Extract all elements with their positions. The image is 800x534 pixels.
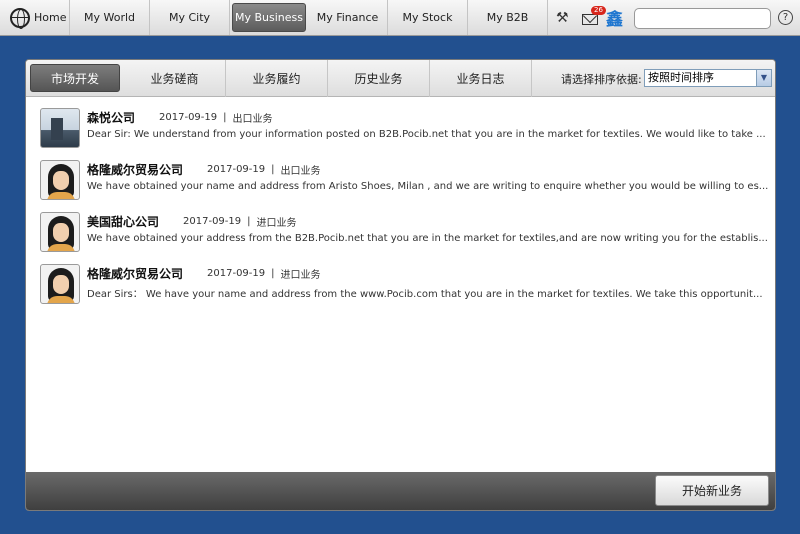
item-separator: |: [271, 163, 275, 175]
top-nav: Home My World My City My Business My Fin…: [0, 0, 800, 36]
globe-icon: [10, 7, 30, 29]
nav-my-business[interactable]: My Business: [232, 3, 306, 32]
sort-select[interactable]: 按照时间排序 ▼: [644, 69, 772, 87]
tab-market-development[interactable]: 市场开发: [30, 64, 120, 92]
business-list: 森悦公司 2017-09-19 | 出口业务 Dear Sir: We unde…: [26, 97, 775, 316]
company-name[interactable]: 格隆威尔贸易公司: [87, 265, 183, 282]
item-date: 2017-09-19: [183, 215, 242, 227]
avatar: [40, 264, 80, 304]
company-name[interactable]: 格隆威尔贸易公司: [87, 161, 183, 178]
mail-icon[interactable]: 26: [582, 6, 606, 25]
avatar: [40, 212, 80, 252]
sort-label: 请选择排序依据:: [561, 73, 642, 86]
tab-business-log[interactable]: 业务日志: [430, 60, 532, 97]
list-item[interactable]: 格隆威尔贸易公司 2017-09-19 | 出口业务 We have obtai…: [40, 160, 775, 212]
list-item[interactable]: 美国甜心公司 2017-09-19 | 进口业务 We have obtaine…: [40, 212, 775, 264]
xin-icon[interactable]: 鑫: [606, 5, 623, 30]
tab-history[interactable]: 历史业务: [328, 60, 430, 97]
list-item[interactable]: 森悦公司 2017-09-19 | 出口业务 Dear Sir: We unde…: [40, 108, 775, 160]
mail-count-badge: 26: [591, 6, 606, 15]
avatar: [40, 108, 80, 148]
item-date: 2017-09-19: [159, 111, 218, 123]
nav-my-b2b[interactable]: My B2B: [468, 0, 548, 35]
tab-fulfillment[interactable]: 业务履约: [226, 60, 328, 97]
nav-my-world[interactable]: My World: [70, 0, 150, 35]
avatar: [40, 160, 80, 200]
tab-negotiation[interactable]: 业务磋商: [124, 60, 226, 97]
nav-home[interactable]: Home: [0, 0, 70, 35]
item-type: 进口业务: [256, 217, 297, 229]
item-preview: Dear Sir: We understand from your inform…: [87, 129, 766, 140]
help-icon[interactable]: ?: [778, 10, 793, 25]
bottom-action-bar: 开始新业务: [26, 472, 775, 510]
company-name[interactable]: 美国甜心公司: [87, 213, 159, 230]
item-type: 进口业务: [280, 269, 321, 281]
business-panel: 市场开发 业务磋商 业务履约 历史业务 业务日志 请选择排序依据: 按照时间排序…: [25, 59, 776, 511]
business-tabbar: 市场开发 业务磋商 业务履约 历史业务 业务日志 请选择排序依据: 按照时间排序…: [26, 60, 775, 97]
nav-home-label: Home: [34, 11, 67, 24]
nav-my-city[interactable]: My City: [150, 0, 230, 35]
item-type: 出口业务: [232, 113, 273, 125]
item-date: 2017-09-19: [207, 267, 266, 279]
chevron-down-icon[interactable]: ▼: [756, 70, 771, 86]
item-separator: |: [271, 267, 275, 279]
sort-selected-value: 按照时间排序: [648, 71, 714, 84]
start-new-business-button[interactable]: 开始新业务: [655, 475, 769, 506]
list-item[interactable]: 格隆威尔贸易公司 2017-09-19 | 进口业务 Dear Sirs： We…: [40, 264, 775, 316]
item-type: 出口业务: [280, 165, 321, 177]
nav-my-stock[interactable]: My Stock: [388, 0, 468, 35]
nav-tools: ⚒ 26 鑫: [548, 0, 623, 35]
auction-hammer-icon[interactable]: ⚒: [556, 9, 574, 27]
item-separator: |: [223, 111, 227, 123]
search-input[interactable]: [634, 8, 771, 29]
item-separator: |: [247, 215, 251, 227]
item-preview: We have obtained your address from the B…: [87, 233, 768, 244]
item-preview: We have obtained your name and address f…: [87, 181, 769, 192]
nav-my-finance[interactable]: My Finance: [308, 0, 388, 35]
item-preview: Dear Sirs： We have your name and address…: [87, 289, 763, 300]
company-name[interactable]: 森悦公司: [87, 109, 135, 126]
item-date: 2017-09-19: [207, 163, 266, 175]
